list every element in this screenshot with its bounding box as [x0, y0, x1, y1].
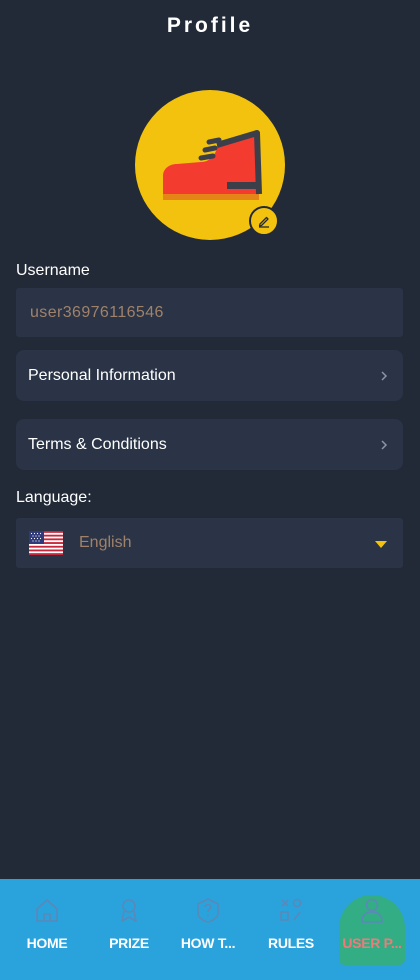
nav-how-to-label: HOW T... [180, 935, 236, 951]
pencil-icon [258, 216, 269, 228]
user-icon [361, 898, 383, 923]
help-icon [197, 898, 219, 923]
nav-how-to[interactable]: HOW T... [166, 879, 250, 980]
nav-prize[interactable]: PRIZE [87, 879, 171, 980]
nav-user-profile[interactable]: USER P... [330, 879, 414, 980]
personal-information-label: Personal Information [28, 366, 176, 384]
language-value: English [79, 534, 132, 551]
profile-screen: Profile Username user36976116546 Persona… [0, 0, 420, 980]
nav-prize-label: PRIZE [109, 935, 149, 951]
caret-down-icon [375, 541, 387, 548]
chevron-right-icon [381, 370, 388, 381]
personal-information-item[interactable]: Personal Information [16, 350, 403, 401]
nav-rules-label: RULES [268, 935, 314, 951]
trophy-icon [121, 899, 137, 922]
nav-user-profile-label: USER P... [342, 935, 402, 951]
username-label: Username [16, 262, 90, 279]
edit-avatar-button[interactable] [249, 206, 279, 236]
home-icon [36, 899, 58, 922]
language-label: Language: [16, 489, 92, 506]
username-value: user36976116546 [30, 303, 164, 321]
us-flag-icon [29, 531, 63, 555]
username-field: user36976116546 [16, 288, 403, 337]
bottom-nav: HOME PRIZE HOW T... RULES USER P... [0, 879, 420, 980]
rules-icon [280, 898, 302, 921]
chevron-right-icon [381, 439, 388, 450]
language-select[interactable]: English [16, 518, 403, 568]
terms-conditions-item[interactable]: Terms & Conditions [16, 419, 403, 470]
page-title: Profile [166, 14, 254, 37]
terms-conditions-label: Terms & Conditions [28, 435, 167, 453]
nav-rules[interactable]: RULES [249, 879, 333, 980]
nav-home[interactable]: HOME [5, 879, 89, 980]
nav-home-label: HOME [26, 935, 68, 951]
